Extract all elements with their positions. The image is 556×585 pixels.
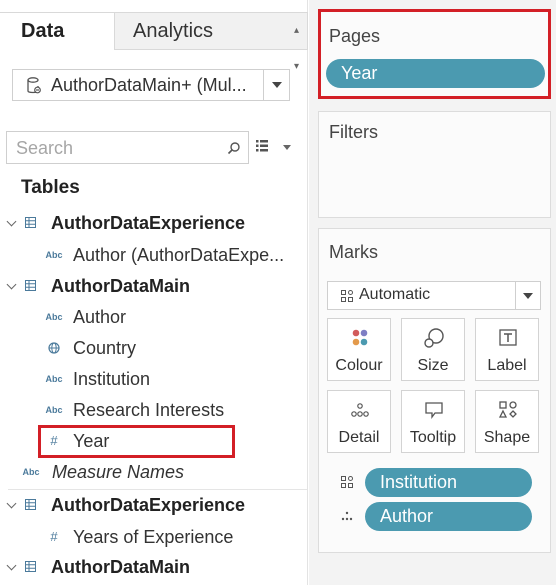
colour-button[interactable]: Colour xyxy=(327,318,391,381)
detail-icon xyxy=(351,403,369,417)
field-name: Measure Names xyxy=(52,462,185,482)
table-icon xyxy=(25,499,36,510)
pages-title: Pages xyxy=(329,26,381,46)
string-type-icon: Abc xyxy=(45,250,63,260)
automatic-mark-icon xyxy=(341,290,353,302)
detail-button[interactable]: Detail xyxy=(327,390,391,453)
table-row-authordatamain[interactable]: AuthorDataMain xyxy=(0,272,307,300)
size-button[interactable]: Size xyxy=(401,318,465,381)
shelves-pane: Pages Year Filters Marks Automatic Colou… xyxy=(309,0,556,585)
scroll-updown-icon[interactable]: ▴ ▾ xyxy=(294,13,299,85)
mark-type-select[interactable]: Automatic xyxy=(327,281,541,310)
filters-title: Filters xyxy=(329,122,378,142)
tab-analytics[interactable]: Analytics ▴ ▾ xyxy=(114,12,308,72)
field-row-years-of-experience[interactable]: # Years of Experience xyxy=(0,523,307,551)
chevron-down-icon[interactable] xyxy=(7,491,17,519)
datasource-select[interactable]: AuthorDataMain+ (Mul... xyxy=(12,69,290,101)
chevron-down-icon[interactable] xyxy=(7,272,17,300)
table-name: AuthorDataMain xyxy=(51,276,190,296)
institution-pill[interactable]: Institution xyxy=(365,468,532,497)
field-name: Author (AuthorDataExpe... xyxy=(73,245,285,265)
field-row-country[interactable]: Country xyxy=(0,334,307,362)
table-name: AuthorDataExperience xyxy=(51,213,246,233)
globe-icon xyxy=(48,342,60,354)
field-row-measure-names[interactable]: Abc Measure Names xyxy=(0,458,307,486)
colour-label: Colour xyxy=(335,357,383,374)
database-icon xyxy=(27,77,41,94)
string-type-icon: Abc xyxy=(45,405,63,415)
field-name: Institution xyxy=(73,369,151,389)
field-row-author[interactable]: Abc Author xyxy=(0,303,307,331)
detail-label: Detail xyxy=(338,429,380,446)
chevron-down-icon[interactable] xyxy=(7,209,17,237)
label-label: Label xyxy=(487,357,527,374)
table-name: AuthorDataMain xyxy=(51,557,190,577)
label-button[interactable]: Label xyxy=(475,318,539,381)
field-name: Country xyxy=(73,338,137,358)
mark-type-value: Automatic xyxy=(359,286,431,303)
shape-icon xyxy=(341,476,353,488)
year-pill[interactable]: Year xyxy=(326,59,545,88)
detail-icon xyxy=(341,511,353,521)
shape-icon xyxy=(498,401,517,418)
datasource-name: AuthorDataMain+ (Mul... xyxy=(51,75,247,95)
view-menu-caret-icon[interactable] xyxy=(283,145,291,150)
table-row-authordatamain[interactable]: AuthorDataMain xyxy=(0,553,307,581)
pages-shelf[interactable]: Pages Year xyxy=(318,9,551,99)
tooltip-label: Tooltip xyxy=(409,429,457,446)
shape-label: Shape xyxy=(483,429,531,446)
table-icon xyxy=(25,280,36,291)
table-name: AuthorDataExperience xyxy=(51,495,246,515)
list-view-icon[interactable] xyxy=(256,140,268,152)
field-name: Years of Experience xyxy=(73,527,234,547)
marks-card: Marks Automatic Colour Size Label Detail… xyxy=(318,228,551,553)
search-input[interactable] xyxy=(16,136,216,160)
marks-shelf-row-institution: Institution xyxy=(319,468,552,497)
data-pane: Data Analytics ▴ ▾ AuthorDataMain+ (Mul..… xyxy=(0,0,308,585)
datasource-dropdown-arrow-icon[interactable] xyxy=(263,70,289,100)
colour-icon xyxy=(352,329,368,346)
table-icon xyxy=(25,561,36,572)
author-pill[interactable]: Author xyxy=(365,502,532,531)
size-label: Size xyxy=(417,357,449,374)
tab-data[interactable]: Data xyxy=(0,12,114,50)
mark-type-dropdown-arrow-icon[interactable] xyxy=(515,282,540,309)
shape-button[interactable]: Shape xyxy=(475,390,539,453)
string-type-icon: Abc xyxy=(22,467,40,477)
divider xyxy=(8,489,307,490)
table-row-authordataexperience[interactable]: AuthorDataExperience xyxy=(0,491,307,519)
field-name: Research Interests xyxy=(73,400,225,420)
field-name: Author xyxy=(73,307,127,327)
tooltip-icon xyxy=(425,402,443,419)
field-row-institution[interactable]: Abc Institution xyxy=(0,365,307,393)
table-row-authordataexperience[interactable]: AuthorDataExperience xyxy=(0,209,307,237)
filters-shelf[interactable]: Filters xyxy=(318,111,551,218)
tooltip-button[interactable]: Tooltip xyxy=(401,390,465,453)
field-row-research-interests[interactable]: Abc Research Interests xyxy=(0,396,307,424)
label-icon xyxy=(499,329,517,346)
marks-shelf-row-author: Author xyxy=(319,502,552,531)
search-icon[interactable] xyxy=(227,141,241,155)
number-type-icon: # xyxy=(50,529,58,544)
string-type-icon: Abc xyxy=(45,374,63,384)
field-search-box xyxy=(6,131,249,164)
field-row-author-experience[interactable]: Abc Author (AuthorDataExpe... xyxy=(0,241,307,269)
table-icon xyxy=(25,217,36,228)
chevron-down-icon[interactable] xyxy=(7,553,17,581)
string-type-icon: Abc xyxy=(45,312,63,322)
tables-heading: Tables xyxy=(21,177,80,198)
size-icon xyxy=(424,328,444,348)
marks-title: Marks xyxy=(329,242,378,262)
year-highlight-box xyxy=(38,425,235,458)
tab-analytics-label: Analytics xyxy=(133,20,214,42)
